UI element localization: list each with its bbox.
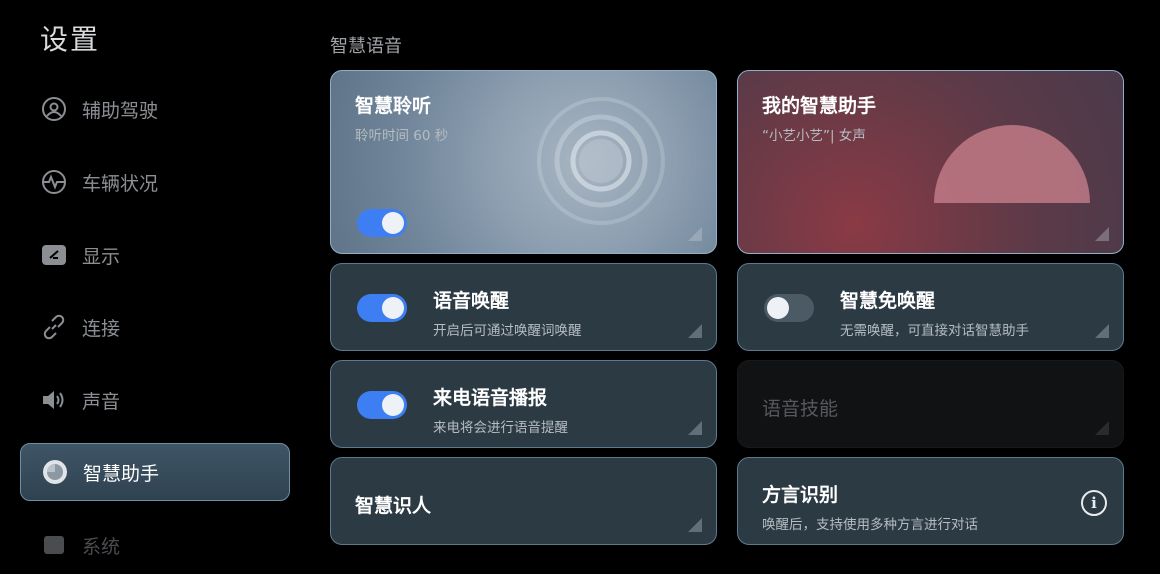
free-wake-toggle[interactable] [764, 294, 814, 322]
call-announce-card[interactable]: 来电语音播报 来电将会进行语音提醒 [330, 360, 717, 448]
card-title: 语音技能 [762, 398, 839, 420]
card-title: 智慧识人 [355, 495, 432, 517]
section-title: 智慧语音 [330, 36, 402, 57]
corner-expand-icon [688, 227, 702, 241]
card-title: 方言识别 [762, 484, 839, 506]
voice-wake-toggle[interactable] [357, 294, 407, 322]
face-id-card[interactable]: 智慧识人 [330, 457, 717, 545]
dialect-card[interactable]: 方言识别 唤醒后，支持使用多种方言进行对话 i [737, 457, 1124, 545]
corner-expand-icon [1095, 324, 1109, 338]
card-title: 我的智慧助手 [762, 95, 877, 117]
corner-expand-icon [1095, 227, 1109, 241]
voice-wake-card[interactable]: 语音唤醒 开启后可通过唤醒词唤醒 [330, 263, 717, 351]
assistant-dome-graphic [934, 125, 1090, 203]
corner-expand-icon [688, 421, 702, 435]
sidebar-item-assistant[interactable]: 智慧助手 [20, 443, 290, 501]
sidebar-item-display[interactable]: 显示 [20, 226, 290, 284]
toggle-knob [382, 297, 404, 319]
sidebar-item-label: 车辆状况 [82, 172, 159, 195]
toggle-knob [382, 394, 404, 416]
smart-listen-toggle[interactable] [357, 209, 407, 237]
sidebar-item-label: 智慧助手 [83, 462, 160, 485]
sidebar-item-driver-assist[interactable]: 辅助驾驶 [20, 80, 290, 138]
card-title: 来电语音播报 [433, 387, 548, 409]
sidebar-item-system[interactable]: 系统 [20, 516, 290, 574]
sidebar-item-label: 显示 [82, 245, 121, 268]
corner-expand-icon [688, 518, 702, 532]
free-wake-card[interactable]: 智慧免唤醒 无需唤醒，可直接对话智慧助手 [737, 263, 1124, 351]
card-subtitle: 聆听时间 60 秒 [355, 128, 449, 144]
toggle-knob [767, 297, 789, 319]
sidebar-item-link[interactable]: 连接 [20, 298, 290, 356]
voice-skills-card: 语音技能 [737, 360, 1124, 448]
assistant-icon [41, 458, 69, 486]
display-icon [40, 241, 68, 269]
card-subtitle: “小艺小艺”| 女声 [762, 128, 866, 144]
sidebar-item-vehicle-status[interactable]: 车辆状况 [20, 153, 290, 211]
card-subtitle: 来电将会进行语音提醒 [433, 420, 568, 436]
card-title: 智慧免唤醒 [840, 290, 936, 312]
sidebar-item-label: 系统 [82, 535, 121, 558]
driver-assist-icon [40, 95, 68, 123]
corner-expand-icon [1095, 421, 1109, 435]
smart-listen-card[interactable]: 智慧聆听 聆听时间 60 秒 [330, 70, 717, 254]
info-icon[interactable]: i [1081, 490, 1107, 516]
call-announce-toggle[interactable] [357, 391, 407, 419]
card-title: 语音唤醒 [433, 290, 510, 312]
card-title: 智慧聆听 [355, 95, 432, 117]
card-subtitle: 开启后可通过唤醒词唤醒 [433, 323, 582, 339]
vehicle-status-icon [40, 168, 68, 196]
sidebar-item-label: 连接 [82, 317, 121, 340]
my-assistant-card[interactable]: 我的智慧助手 “小艺小艺”| 女声 [737, 70, 1124, 254]
listen-rings-graphic [537, 97, 665, 225]
card-subtitle: 无需唤醒，可直接对话智慧助手 [840, 323, 1029, 339]
page-title: 设置 [40, 23, 101, 56]
corner-expand-icon [688, 324, 702, 338]
card-subtitle: 唤醒后，支持使用多种方言进行对话 [762, 517, 978, 533]
toggle-knob [382, 212, 404, 234]
system-icon [40, 531, 68, 559]
sidebar-item-label: 声音 [82, 390, 121, 413]
sidebar-item-label: 辅助驾驶 [82, 99, 159, 122]
sidebar-item-sound[interactable]: 声音 [20, 371, 290, 429]
link-icon [40, 313, 68, 341]
speaker-icon [40, 386, 68, 414]
